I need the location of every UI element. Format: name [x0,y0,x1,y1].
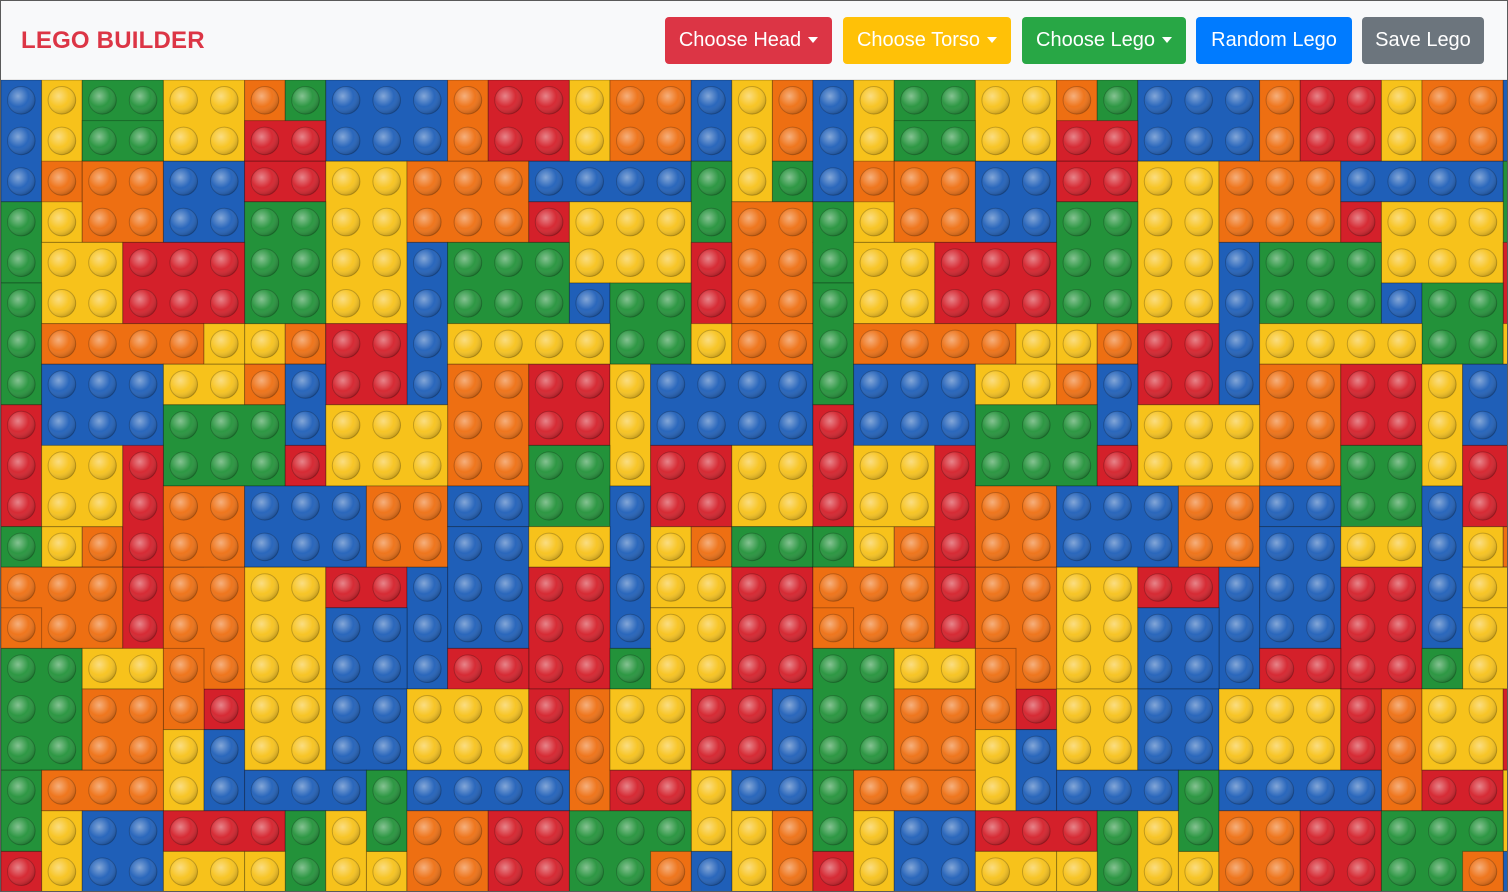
random-lego-button[interactable]: Random Lego [1196,17,1352,64]
caret-down-icon [1161,37,1172,43]
caret-down-icon [808,37,819,43]
choose-torso-button[interactable]: Choose Torso [843,17,1011,64]
brand-logo[interactable]: LEGO BUILDER [21,27,205,55]
caret-down-icon [987,37,998,43]
choose-lego-label: Choose Lego [1036,29,1155,51]
choose-torso-label: Choose Torso [856,29,981,51]
app-window: LEGO BUILDER Choose Head Choose Torso Ch… [0,0,1508,892]
lego-bricks-pattern [1,80,1507,891]
choose-head-button[interactable]: Choose Head [665,17,832,64]
lego-background-image [1,80,1507,891]
navbar: LEGO BUILDER Choose Head Choose Torso Ch… [1,1,1507,80]
choose-lego-button[interactable]: Choose Lego [1022,17,1186,64]
save-lego-button[interactable]: Save Lego [1362,17,1484,64]
choose-head-label: Choose Head [678,29,802,51]
